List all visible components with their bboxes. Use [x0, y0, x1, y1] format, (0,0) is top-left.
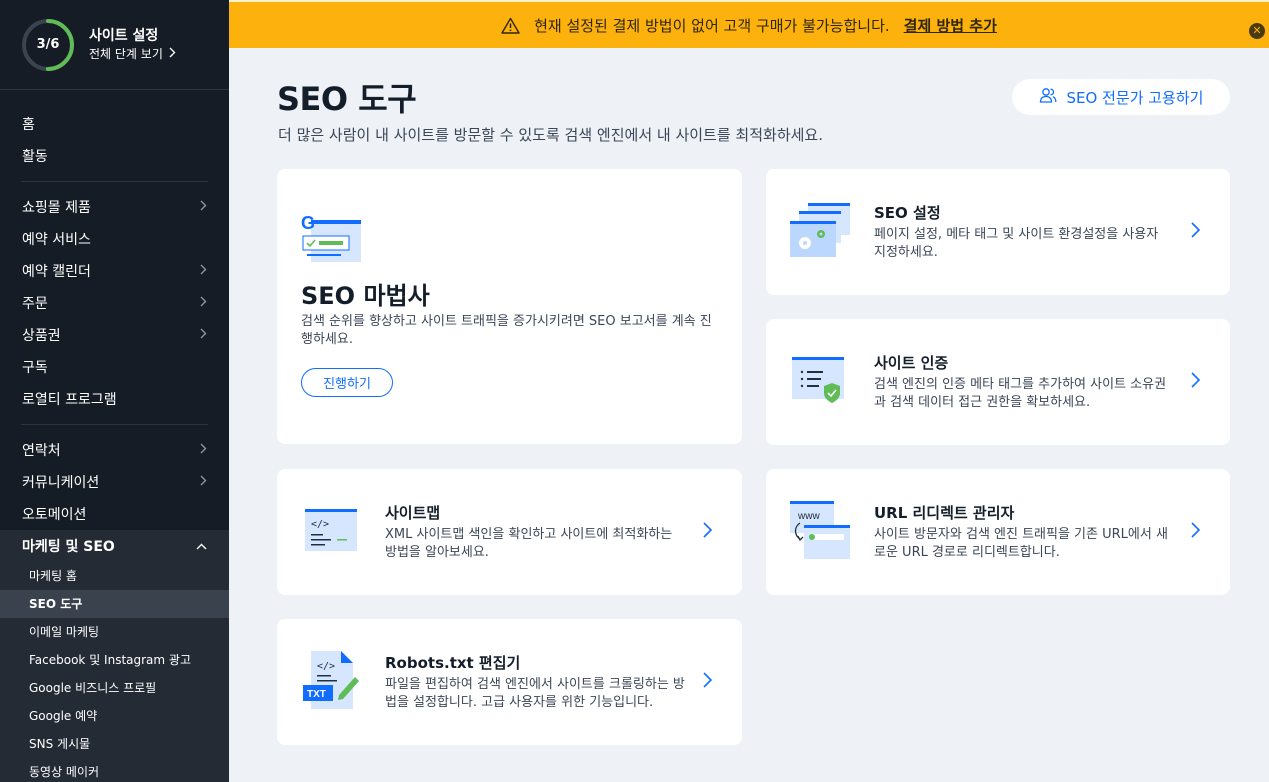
hire-seo-expert-button[interactable]: SEO 전문가 고용하기 — [1012, 79, 1230, 115]
people-icon — [1039, 86, 1057, 108]
sitemap-icon: </> — [303, 507, 359, 557]
sidebar-item-label: 상품권 — [22, 328, 61, 344]
sidebar-item-group3-1[interactable]: 커뮤니케이션 — [0, 466, 229, 498]
submenu-item[interactable]: Google 예약 — [0, 702, 229, 730]
sidebar: 3/6 사이트 설정 전체 단계 보기 홈활동 쇼핑몰 제품예약 서비스예약 캘… — [0, 0, 229, 782]
txt-label: TXT — [307, 689, 326, 700]
hire-seo-expert-label: SEO 전문가 고용하기 — [1066, 88, 1204, 107]
robots-txt-icon: </> TXT — [301, 649, 363, 715]
close-icon[interactable]: ✕ — [1249, 23, 1265, 39]
chevron-right-icon — [1191, 522, 1201, 542]
add-payment-method-link[interactable]: 결제 방법 추가 — [904, 15, 997, 36]
sidebar-item-group2-6[interactable]: 로열티 프로그램 — [0, 383, 229, 415]
sitemap-desc: XML 사이트맵 색인을 확인하고 사이트에 최적화하는 방법을 알아보세요. — [385, 527, 673, 560]
seo-wizard-card: G SEO 마법사 검색 순위를 향상하고 사이트 트래픽을 증가시키려면 SE… — [277, 169, 742, 444]
progress-ring: 3/6 — [21, 18, 75, 72]
site-verification-desc: 검색 엔진의 인증 메타 태그를 추가하여 사이트 소유권과 검색 데이터 접근… — [874, 377, 1167, 410]
chevron-right-icon — [200, 199, 207, 215]
sidebar-item-label: 커뮤니케이션 — [22, 475, 100, 491]
continue-button[interactable]: 진행하기 — [301, 368, 393, 397]
payment-warning-banner: 현재 설정된 결제 방법이 없어 고객 구매가 불가능합니다. 결제 방법 추가… — [229, 0, 1269, 48]
url-redirect-icon: www — [788, 499, 852, 565]
submenu-item[interactable]: Facebook 및 Instagram 광고 — [0, 646, 229, 674]
seo-settings-desc: 페이지 설정, 메타 태그 및 사이트 환경설정을 사용자 지정하세요. — [874, 227, 1159, 260]
chevron-up-icon — [196, 538, 207, 554]
banner-message: 현재 설정된 결제 방법이 없어 고객 구매가 불가능합니다. — [534, 16, 890, 35]
sidebar-item-label: 오토메이션 — [22, 507, 87, 523]
sidebar-item-label: 쇼핑몰 제품 — [22, 200, 91, 216]
site-verification-icon — [788, 353, 848, 411]
submenu-item[interactable]: Google 비즈니스 프로필 — [0, 674, 229, 702]
main-content: SEO 도구 더 많은 사람이 내 사이트를 방문할 수 있도록 검색 엔진에서… — [229, 48, 1269, 782]
progress-text: 3/6 — [36, 37, 60, 52]
sidebar-item-label: 활동 — [22, 149, 48, 165]
sidebar-item-label: 구독 — [22, 360, 48, 376]
www-label: www — [797, 511, 820, 522]
sidebar-item-label: 로열티 프로그램 — [22, 392, 117, 408]
url-redirect-card[interactable]: www URL 리디렉트 관리자 사이트 방문자와 검색 엔진 트래픽을 기존 … — [766, 469, 1230, 595]
chevron-right-icon — [703, 672, 713, 692]
seo-wizard-icon: G — [301, 212, 363, 268]
sidebar-item-group1-0[interactable]: 홈 — [0, 108, 229, 140]
view-all-steps-link[interactable]: 전체 단계 보기 — [89, 45, 176, 63]
page-subtitle: 더 많은 사람이 내 사이트를 방문할 수 있도록 검색 엔진에서 내 사이트를… — [278, 126, 823, 144]
chevron-right-icon — [200, 327, 207, 343]
submenu-item[interactable]: SNS 게시물 — [0, 730, 229, 758]
sidebar-item-label: 마케팅 및 SEO — [22, 539, 115, 555]
sidebar-item-group2-2[interactable]: 예약 캘린더 — [0, 255, 229, 287]
page-title: SEO 도구 — [277, 80, 417, 118]
robots-txt-title: Robots.txt 편집기 — [385, 654, 521, 672]
sidebar-nav: 홈활동 쇼핑몰 제품예약 서비스예약 캘린더주문상품권구독로열티 프로그램 연락… — [0, 90, 229, 782]
warning-icon — [501, 17, 520, 34]
seo-settings-card[interactable]: SEO 설정 페이지 설정, 메타 태그 및 사이트 환경설정을 사용자 지정하… — [766, 169, 1230, 295]
sidebar-item-label: 주문 — [22, 296, 48, 312]
sitemap-card[interactable]: </> 사이트맵 XML 사이트맵 색인을 확인하고 사이트에 최적화하는 방법… — [277, 469, 742, 595]
submenu-item[interactable]: SEO 도구 — [0, 590, 229, 618]
sidebar-item-group3-0[interactable]: 연락처 — [0, 434, 229, 466]
sidebar-item-group2-4[interactable]: 상품권 — [0, 319, 229, 351]
sidebar-item-group2-3[interactable]: 주문 — [0, 287, 229, 319]
setup-title: 사이트 설정 — [89, 27, 159, 44]
seo-settings-title: SEO 설정 — [874, 204, 941, 222]
google-g-letter: G — [301, 213, 315, 233]
sidebar-item-group2-0[interactable]: 쇼핑몰 제품 — [0, 191, 229, 223]
chevron-right-icon — [200, 474, 207, 490]
seo-wizard-title: SEO 마법사 — [301, 282, 430, 310]
site-verification-card[interactable]: 사이트 인증 검색 엔진의 인증 메타 태그를 추가하여 사이트 소유권과 검색… — [766, 319, 1230, 445]
code-glyph: </> — [311, 519, 329, 530]
submenu-item[interactable]: 동영상 메이커 — [0, 758, 229, 782]
sidebar-item-label: 예약 서비스 — [22, 232, 91, 248]
chevron-right-icon — [1191, 222, 1201, 242]
code-glyph: </> — [317, 661, 335, 672]
submenu-item[interactable]: 이메일 마케팅 — [0, 618, 229, 646]
chevron-right-icon — [200, 295, 207, 311]
nav-divider — [21, 181, 208, 182]
robots-txt-card[interactable]: </> TXT Robots.txt 편집기 파일을 편집하여 검색 엔진에서 … — [277, 619, 742, 745]
chevron-right-icon — [169, 45, 176, 63]
url-redirect-title: URL 리디렉트 관리자 — [874, 504, 1015, 522]
chevron-right-icon — [1191, 372, 1201, 392]
chevron-right-icon — [200, 263, 207, 279]
sidebar-item-group2-1[interactable]: 예약 서비스 — [0, 223, 229, 255]
sidebar-item-marketing-seo[interactable]: 마케팅 및 SEO — [0, 530, 229, 562]
seo-settings-icon — [788, 201, 852, 263]
view-all-steps-label: 전체 단계 보기 — [89, 46, 163, 61]
submenu-item[interactable]: 마케팅 홈 — [0, 562, 229, 590]
robots-txt-desc: 파일을 편집하여 검색 엔진에서 사이트를 크롤링하는 방법을 설정합니다. 고… — [385, 677, 685, 710]
chevron-right-icon — [703, 522, 713, 542]
site-setup-progress[interactable]: 3/6 사이트 설정 전체 단계 보기 — [0, 0, 229, 90]
sitemap-title: 사이트맵 — [385, 504, 441, 522]
seo-wizard-desc: 검색 순위를 향상하고 사이트 트래픽을 증가시키려면 SEO 보고서를 계속 … — [301, 314, 712, 347]
sidebar-item-group2-5[interactable]: 구독 — [0, 351, 229, 383]
chevron-right-icon — [200, 442, 207, 458]
sidebar-item-label: 연락처 — [22, 443, 61, 459]
sidebar-item-group3-2[interactable]: 오토메이션 — [0, 498, 229, 530]
sidebar-item-group1-1[interactable]: 활동 — [0, 140, 229, 172]
site-verification-title: 사이트 인증 — [874, 354, 949, 372]
url-redirect-desc: 사이트 방문자와 검색 엔진 트래픽을 기존 URL에서 새로운 URL 경로로… — [874, 527, 1168, 560]
marketing-submenu: 마케팅 홈 SEO 도구 이메일 마케팅 Facebook 및 Instagram 광… — [0, 562, 229, 782]
nav-divider — [21, 424, 208, 425]
sidebar-item-label: 홈 — [22, 117, 35, 133]
sidebar-item-label: 예약 캘린더 — [22, 264, 91, 280]
